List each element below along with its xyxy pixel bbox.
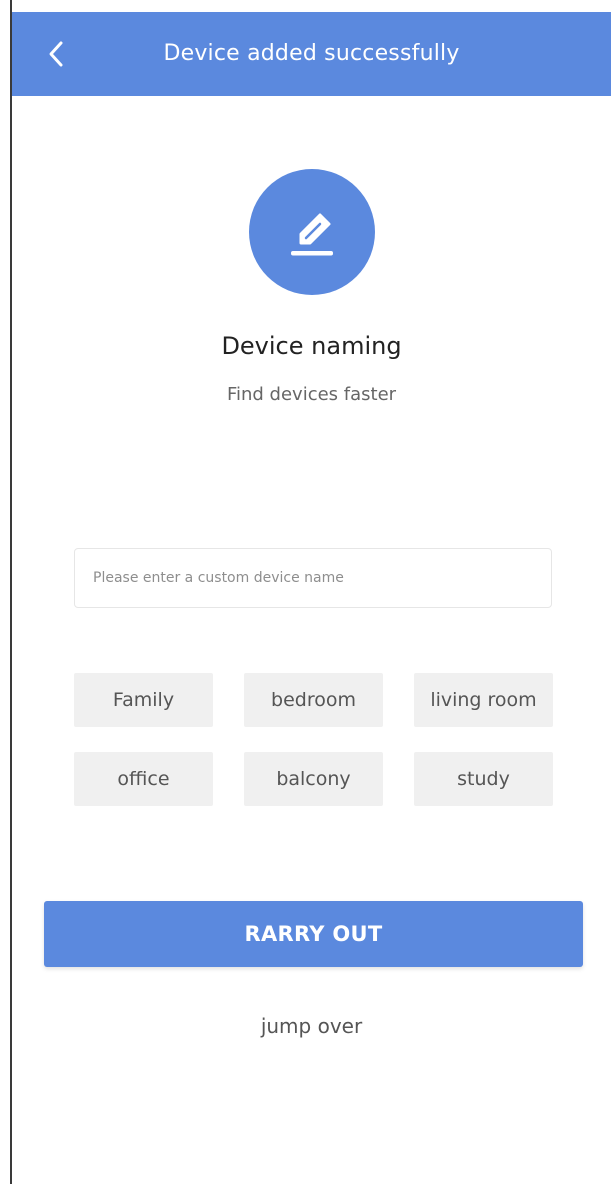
app-screen: Device added successfully Device naming … — [0, 0, 611, 1184]
tag-family[interactable]: Family — [74, 673, 213, 727]
tag-office[interactable]: office — [74, 752, 213, 806]
confirm-button[interactable]: RARRY OUT — [44, 901, 583, 967]
left-border — [10, 0, 12, 1184]
back-button[interactable] — [34, 32, 78, 76]
tag-bedroom[interactable]: bedroom — [244, 673, 383, 727]
tag-study[interactable]: study — [414, 752, 553, 806]
section-title: Device naming — [221, 332, 402, 360]
skip-link[interactable]: jump over — [12, 1014, 611, 1038]
edit-pencil-icon — [291, 213, 333, 256]
device-name-input[interactable] — [74, 548, 552, 608]
chevron-left-icon — [49, 41, 63, 67]
section-subtitle: Find devices faster — [226, 384, 397, 405]
top-strip — [0, 0, 611, 12]
tag-balcony[interactable]: balcony — [244, 752, 383, 806]
app-header: Device added successfully — [12, 12, 611, 96]
tag-living-room[interactable]: living room — [414, 673, 553, 727]
header-title: Device added successfully — [163, 41, 460, 66]
device-naming-badge — [249, 169, 375, 295]
